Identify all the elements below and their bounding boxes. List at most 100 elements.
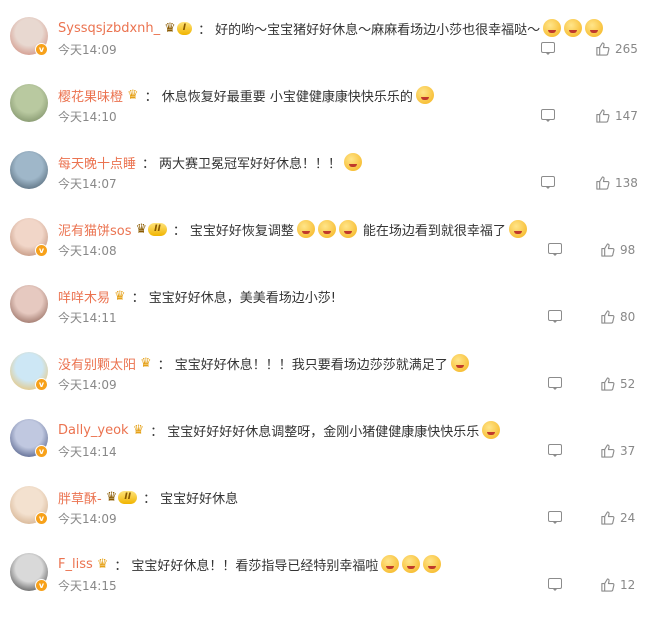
member-level-label: II — [148, 222, 167, 236]
like-count: 80 — [620, 309, 636, 324]
verified-badge-icon: v — [35, 512, 48, 525]
crown-icon: ♛ — [164, 20, 176, 36]
like-count: 147 — [615, 108, 638, 123]
verified-badge-icon: v — [35, 244, 48, 257]
like-count: 98 — [620, 242, 636, 257]
member-level-badge: ♛ II — [105, 489, 138, 505]
comment-icon[interactable] — [541, 42, 555, 55]
comment-line: 没有别颗太阳 ♛ ：宝宝好好休息！！！我只要看场边莎莎就满足了 — [58, 352, 469, 374]
emoji-icon — [482, 421, 501, 439]
username[interactable]: 泥有猫饼sos — [58, 220, 132, 239]
comment-icon[interactable] — [548, 511, 562, 524]
verified-badge-icon: v — [35, 378, 48, 391]
comment-time: 今天14:09 — [58, 378, 117, 392]
emoji-icon — [508, 220, 527, 238]
username[interactable]: F_liss — [58, 557, 93, 572]
emoji-icon — [317, 220, 336, 238]
username[interactable]: Syssqsjzbdxnh_ — [58, 21, 160, 36]
verified-badge-icon: v — [35, 445, 48, 458]
username[interactable]: 每天晚十点睡 — [58, 153, 136, 172]
member-level-badge: ♛ II — [135, 221, 167, 237]
crown-icon: ♛ — [140, 355, 152, 371]
thumb-up-icon — [600, 242, 620, 257]
comment-time: 今天14:07 — [58, 177, 117, 191]
comment-item: 咩咩木易 ♛ ：宝宝好好休息，美美看场边小莎! 今天14:11 80 — [0, 283, 650, 349]
crown-icon: ♛ — [132, 422, 145, 438]
comment-time: 今天14:14 — [58, 445, 117, 459]
like-count: 138 — [615, 175, 638, 190]
member-level-badge: ♛ I — [164, 20, 193, 36]
like-button[interactable]: 37 — [600, 443, 635, 458]
emoji-icon — [450, 354, 469, 372]
thumb-up-icon — [600, 376, 620, 391]
crown-icon: ♛ — [135, 221, 148, 237]
like-button[interactable]: 52 — [600, 376, 635, 391]
comment-icon[interactable] — [548, 310, 562, 323]
comment-time: 今天14:10 — [58, 110, 117, 124]
thumb-up-icon — [595, 41, 615, 56]
emoji-icon — [415, 86, 434, 104]
thumb-up-icon — [600, 510, 620, 525]
like-button[interactable]: 98 — [600, 242, 635, 257]
username[interactable]: 咩咩木易 — [58, 287, 110, 306]
avatar[interactable] — [10, 151, 48, 189]
colon: ： — [142, 156, 156, 172]
emoji-icon — [381, 555, 400, 573]
comment-line: Dally_yeok ♛ ：宝宝好好好好休息调整呀，金刚小猪健健康康快快乐乐 — [58, 419, 501, 441]
colon: ： — [144, 89, 158, 105]
colon: ： — [131, 290, 145, 306]
comment-text: 宝宝好好休息！！！我只要看场边莎莎就满足了 — [174, 357, 448, 373]
crown-icon: ♛ — [105, 489, 118, 505]
colon: ： — [198, 22, 212, 38]
like-count: 265 — [615, 41, 638, 56]
like-button[interactable]: 147 — [595, 108, 638, 123]
comment-icon[interactable] — [548, 578, 562, 591]
comment-icon[interactable] — [548, 444, 562, 457]
emoji-icon — [344, 153, 363, 171]
thumb-up-icon — [595, 108, 615, 123]
like-button[interactable]: 138 — [595, 175, 638, 190]
comment-item: v F_liss ♛ ：宝宝好好休息！！看莎指导已经特别幸福啦 今天14:15 12 — [0, 551, 650, 617]
emoji-icon — [423, 555, 442, 573]
username[interactable]: 没有别颗太阳 — [58, 354, 136, 373]
comment-text: 宝宝好好休息！！看莎指导已经特别幸福啦 — [131, 558, 379, 574]
like-button[interactable]: 80 — [600, 309, 635, 324]
comment-line: 咩咩木易 ♛ ：宝宝好好休息，美美看场边小莎! — [58, 285, 336, 307]
comment-icon[interactable] — [548, 377, 562, 390]
comment-line: 每天晚十点睡 ：两大赛卫冕冠军好好休息！！！ — [58, 151, 363, 173]
avatar[interactable] — [10, 285, 48, 323]
comment-icon[interactable] — [548, 243, 562, 256]
username[interactable]: 胖草酥- — [58, 488, 102, 507]
colon: ： — [150, 424, 164, 440]
comment-text: 宝宝好好恢复调整 — [189, 223, 294, 239]
emoji-icon — [402, 555, 421, 573]
comment-text: 宝宝好好好好休息调整呀，金刚小猪健健康康快快乐乐 — [167, 424, 480, 440]
comment-text: 好的哟～宝宝猪好好休息～麻麻看场边小莎也很幸福哒～ — [215, 22, 541, 38]
comment-item: v 泥有猫饼sos ♛ II ：宝宝好好恢复调整 能在场边看到就很幸福了 今天14:08 98 — [0, 216, 650, 282]
comment-line: 泥有猫饼sos ♛ II ：宝宝好好恢复调整 能在场边看到就很幸福了 — [58, 218, 527, 240]
colon: ： — [172, 223, 186, 239]
like-count: 37 — [620, 443, 636, 458]
comment-icon[interactable] — [541, 176, 555, 189]
username[interactable]: Dally_yeok — [58, 423, 129, 438]
comment-text: 宝宝好好休息 — [160, 491, 239, 507]
member-level-label: I — [176, 21, 193, 35]
comment-line: 胖草酥- ♛ II ：宝宝好好休息 — [58, 486, 238, 508]
comment-icon[interactable] — [541, 109, 555, 122]
avatar[interactable] — [10, 84, 48, 122]
crown-icon: ♛ — [127, 87, 139, 103]
like-button[interactable]: 12 — [600, 577, 635, 592]
comment-line: 樱花果味橙 ♛ ：休息恢复好最重要 小宝健健康康快快乐乐的 — [58, 84, 434, 106]
like-count: 24 — [620, 510, 636, 525]
like-button[interactable]: 265 — [595, 41, 638, 56]
comment-text: 宝宝好好休息，美美看场边小莎! — [148, 290, 336, 306]
username[interactable]: 樱花果味橙 — [58, 86, 123, 105]
comment-list: v Syssqsjzbdxnh_ ♛ I：好的哟～宝宝猪好好休息～麻麻看场边小莎也很幸… — [0, 0, 650, 610]
like-button[interactable]: 24 — [600, 510, 635, 525]
comment-time: 今天14:09 — [58, 43, 117, 57]
comment-item: v 没有别颗太阳 ♛ ：宝宝好好休息！！！我只要看场边莎莎就满足了今天14:09 52 — [0, 350, 650, 416]
emoji-icon — [543, 19, 562, 37]
comment-time: 今天14:08 — [58, 244, 117, 258]
comment-text: 两大赛卫冕冠军好好休息！！！ — [159, 156, 342, 172]
crown-icon: ♛ — [114, 288, 126, 304]
